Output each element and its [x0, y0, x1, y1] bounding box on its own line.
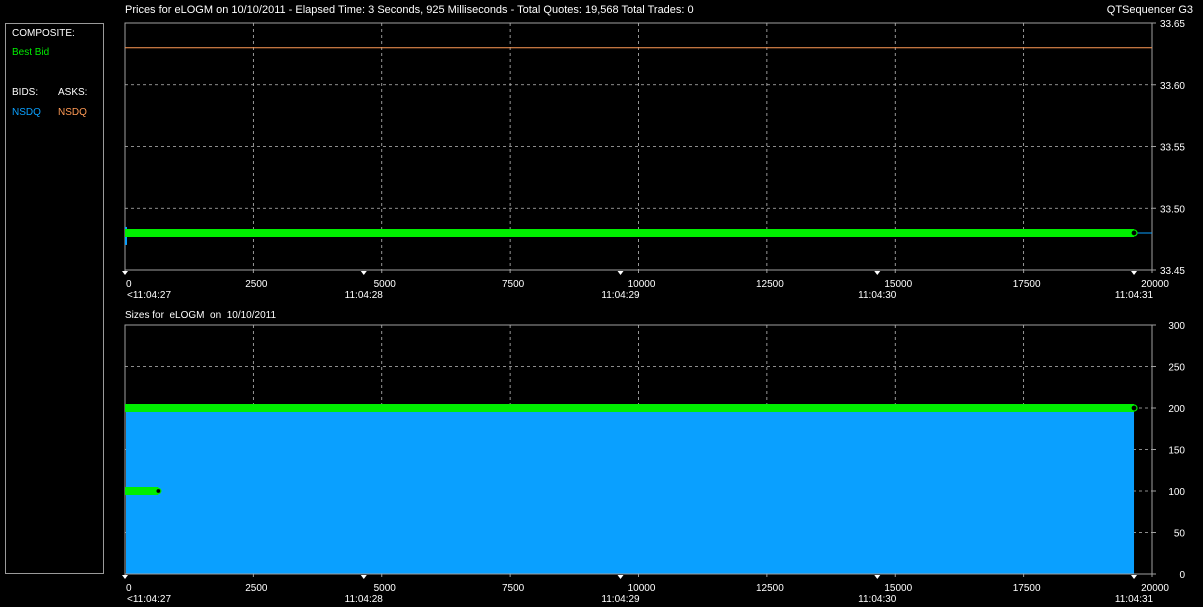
price-y-tick-label: 33.55 [1160, 143, 1185, 154]
price-x-tick-label: 5000 [374, 279, 397, 290]
size-time-label: 11:04:28 [345, 594, 384, 605]
price-time-marker [360, 271, 367, 275]
size-time-label: <11:04:27 [127, 594, 171, 605]
size-x-tick-label: 0 [126, 583, 132, 594]
price-x-tick-label: 17500 [1013, 279, 1041, 290]
size-x-tick-label: 20000 [1141, 583, 1169, 594]
quote-charts: 33.4533.5033.5533.6033.650 2500 5000 7500 10… [122, 19, 1186, 605]
size-time-marker [360, 575, 367, 579]
price-time-marker [874, 271, 881, 275]
size-y-tick-label: 50 [1174, 529, 1186, 540]
price-y-tick-label: 33.50 [1160, 204, 1185, 215]
size-y-tick-label: 100 [1168, 487, 1185, 498]
size-time-marker [874, 575, 881, 579]
price-y-tick-label: 33.45 [1160, 266, 1185, 277]
price-x-tick-label: 15000 [884, 279, 912, 290]
size-time-label: 11:04:31 [1115, 594, 1154, 605]
price-x-tick-label: 0 [126, 279, 132, 290]
size-x-tick-label: 2500 [245, 583, 268, 594]
price-x-tick-label: 2500 [245, 279, 268, 290]
size-x-tick-label: 15000 [884, 583, 912, 594]
best-bid-price-endpoint [1130, 229, 1138, 237]
sizes-chart-title: Sizes for eLOGM on 10/10/2011 [125, 310, 276, 321]
size-y-tick-label: 0 [1179, 570, 1185, 581]
best-bid-size-initial-endpoint [155, 487, 162, 495]
size-time-label: 11:04:29 [601, 594, 640, 605]
size-y-tick-label: 250 [1168, 363, 1185, 374]
price-time-label: <11:04:27 [127, 290, 171, 301]
size-y-tick-label: 200 [1168, 404, 1185, 415]
price-x-tick-label: 20000 [1141, 279, 1169, 290]
size-x-tick-label: 12500 [756, 583, 784, 594]
price-time-label: 11:04:31 [1115, 290, 1154, 301]
price-y-tick-label: 33.65 [1160, 19, 1185, 30]
size-x-tick-label: 7500 [502, 583, 525, 594]
size-x-tick-label: 5000 [374, 583, 397, 594]
size-time-label: 11:04:30 [858, 594, 897, 605]
price-x-tick-label: 10000 [628, 279, 656, 290]
size-y-tick-label: 150 [1168, 446, 1185, 457]
price-time-marker [122, 271, 128, 275]
size-time-marker [1131, 575, 1138, 579]
price-time-marker [1131, 271, 1138, 275]
size-time-marker [617, 575, 624, 579]
price-y-tick-label: 33.60 [1160, 81, 1185, 92]
price-time-label: 11:04:30 [858, 290, 897, 301]
size-y-tick-label: 300 [1168, 321, 1185, 332]
price-x-tick-label: 12500 [756, 279, 784, 290]
size-x-tick-label: 17500 [1013, 583, 1041, 594]
price-time-label: 11:04:29 [601, 290, 640, 301]
price-time-label: 11:04:28 [345, 290, 384, 301]
bid-size-area [126, 408, 1135, 574]
size-x-tick-label: 10000 [628, 583, 656, 594]
best-bid-size-endpoint [1130, 404, 1138, 412]
price-time-marker [617, 271, 624, 275]
size-time-marker [122, 575, 128, 579]
price-x-tick-label: 7500 [502, 279, 525, 290]
